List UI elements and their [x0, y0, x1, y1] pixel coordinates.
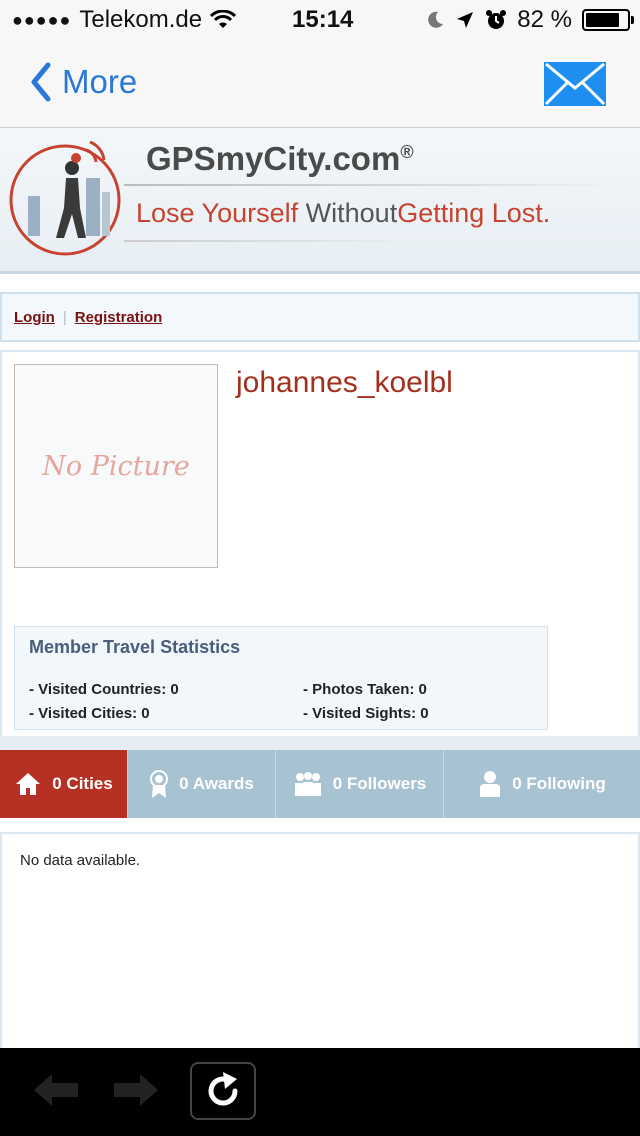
registration-link[interactable]: Registration: [75, 309, 163, 326]
brand-name: GPSmyCity.com®: [146, 140, 414, 178]
following-icon: [480, 771, 501, 797]
back-button[interactable]: More: [30, 62, 137, 102]
tab-following-label: 0 Following: [512, 774, 606, 793]
profile-username: johannes_koelbl: [236, 366, 453, 399]
profile-tabs: 0 Cities 0 Awards 0 Followers 0 Followin…: [0, 750, 640, 818]
carrier-label: Telekom.de: [79, 6, 203, 33]
profile-picture-placeholder: No Picture: [14, 364, 218, 568]
travel-stats-title: Member Travel Statistics: [29, 637, 241, 657]
empty-message: No data available.: [20, 852, 141, 869]
status-left: ●●●●● Telekom.de: [12, 6, 237, 34]
wifi-icon: [210, 10, 237, 28]
reload-icon: [208, 1072, 238, 1106]
banner-divider-lower: [124, 240, 424, 242]
tab-content: No data available.: [0, 832, 640, 1048]
location-arrow-icon: [457, 12, 474, 28]
stat-photos-taken: - Photos Taken: 0: [303, 681, 427, 698]
tagline-start: Lose Yourself: [136, 198, 299, 228]
alarm-icon: [486, 10, 507, 29]
navigation-bar: More: [0, 40, 640, 128]
back-arrow-icon[interactable]: [32, 1070, 80, 1110]
stat-visited-countries: - Visited Countries: 0: [29, 681, 179, 698]
brand-text: GPSmyCity.com: [146, 140, 401, 177]
moon-icon: [428, 11, 444, 28]
gpsmycity-logo-icon: [9, 140, 121, 256]
profile-section: No Picture johannes_koelbl Member Travel…: [0, 350, 640, 746]
award-icon: [150, 770, 169, 798]
tab-awards-label: 0 Awards: [179, 774, 254, 793]
home-icon: [16, 773, 41, 795]
registered-mark: ®: [400, 142, 414, 162]
stat-visited-sights: - Visited Sights: 0: [303, 705, 429, 722]
reload-button[interactable]: [190, 1062, 256, 1120]
tab-followers[interactable]: 0 Followers: [276, 750, 444, 818]
stat-visited-cities: - Visited Cities: 0: [29, 705, 150, 722]
mail-icon: [544, 62, 606, 106]
travel-stats-panel: Member Travel Statistics - Visited Count…: [14, 626, 548, 730]
tab-cities-label: 0 Cities: [52, 774, 113, 793]
mail-button[interactable]: [544, 62, 606, 106]
tagline-end: Getting Lost.: [397, 198, 551, 228]
tab-cities[interactable]: 0 Cities: [0, 750, 128, 818]
battery-fill: [586, 13, 619, 27]
tagline-mid: Without: [305, 198, 398, 228]
site-banner[interactable]: GPSmyCity.com® Lose Yourself WithoutGett…: [0, 128, 640, 274]
clock: 15:14: [292, 6, 354, 33]
browser-toolbar: [0, 1048, 640, 1136]
banner-divider: [124, 184, 620, 186]
followers-icon: [294, 772, 321, 796]
auth-separator: |: [62, 308, 67, 326]
battery-icon: [582, 9, 634, 31]
tab-following[interactable]: 0 Following: [444, 750, 640, 818]
signal-strength-icon: ●●●●●: [12, 9, 72, 30]
chevron-left-icon: [31, 62, 51, 102]
login-link[interactable]: Login: [14, 309, 55, 326]
status-right: 82 %: [425, 6, 634, 34]
tab-awards[interactable]: 0 Awards: [128, 750, 276, 818]
status-bar: ●●●●● Telekom.de 15:14 82 %: [0, 0, 640, 40]
section-divider: [0, 736, 640, 750]
tagline: Lose Yourself WithoutGetting Lost.: [136, 198, 550, 229]
auth-bar: Login | Registration: [0, 292, 640, 342]
tab-followers-label: 0 Followers: [332, 774, 427, 793]
back-button-label: More: [62, 63, 138, 100]
battery-percent: 82 %: [517, 6, 572, 33]
forward-arrow-icon[interactable]: [112, 1070, 160, 1110]
